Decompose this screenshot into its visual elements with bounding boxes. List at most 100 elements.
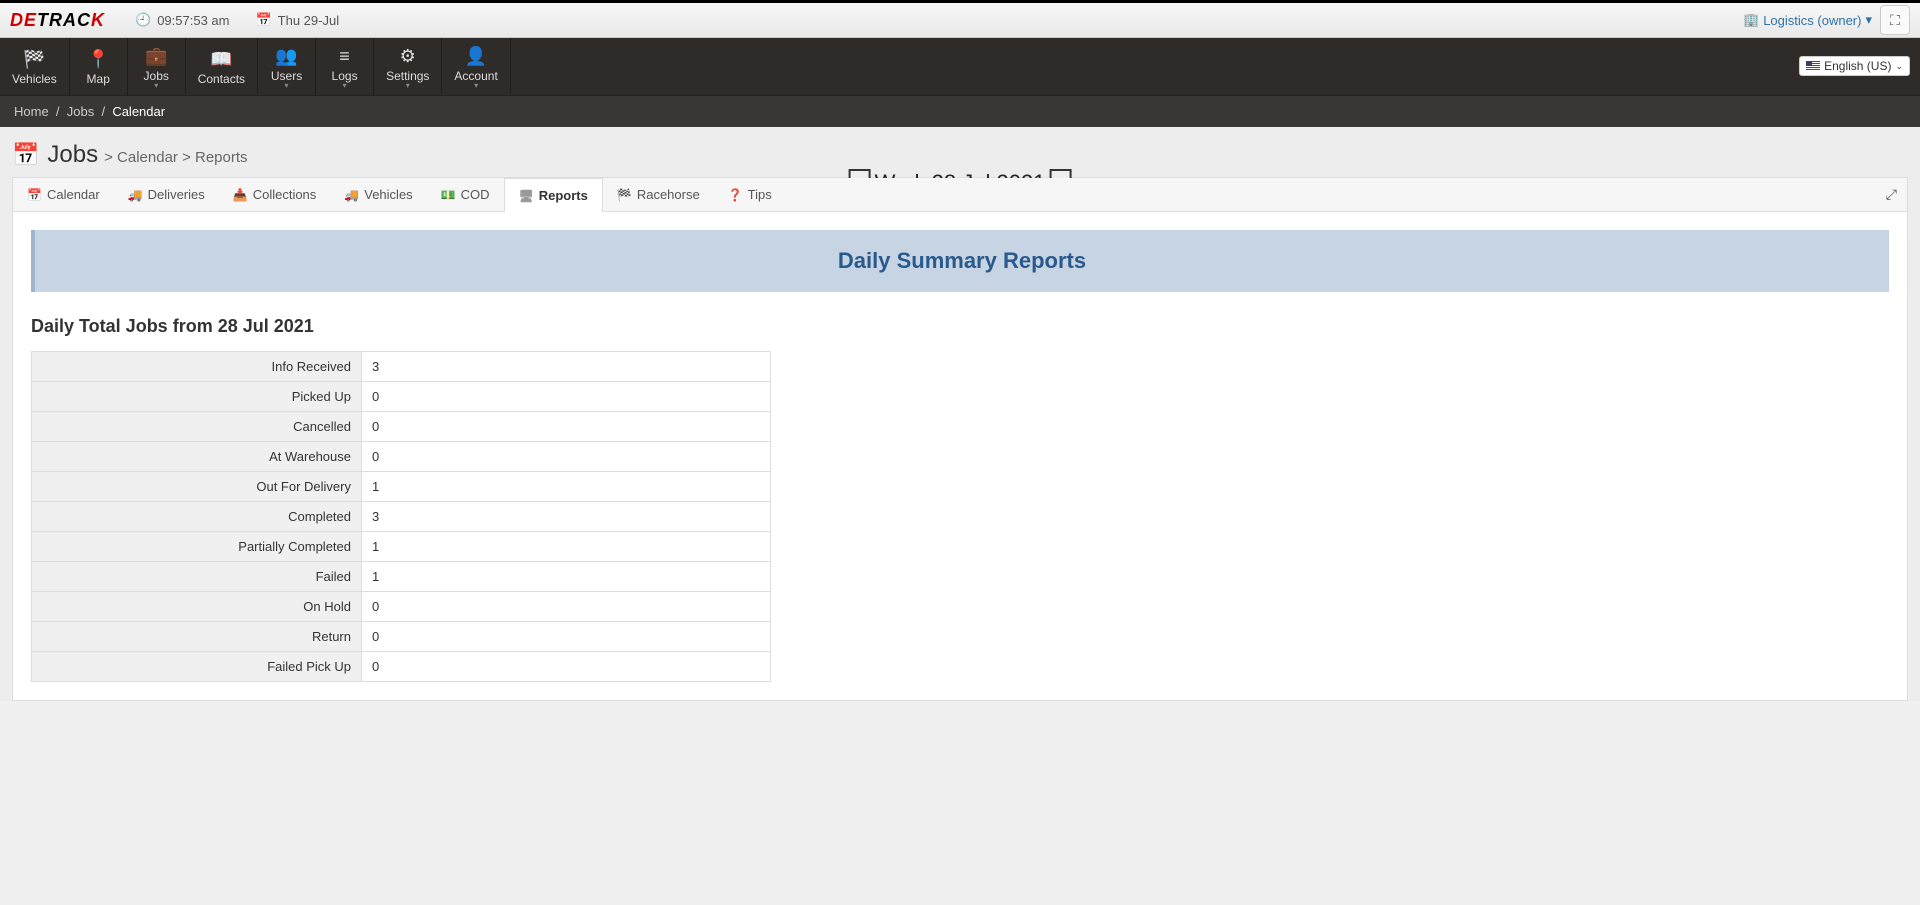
calendar-icon: 📅 bbox=[255, 12, 271, 28]
us-flag-icon bbox=[1806, 61, 1820, 71]
row-value: 3 bbox=[362, 502, 771, 532]
tab-tips[interactable]: ❓ Tips bbox=[714, 178, 786, 211]
truck-icon: 🚚 bbox=[344, 188, 359, 202]
row-value: 1 bbox=[362, 562, 771, 592]
report-banner: Daily Summary Reports bbox=[31, 230, 1889, 292]
tab-bar: 📅 Calendar 🚚 Deliveries 📥 Collections 🚚Vehicle… bbox=[13, 178, 1907, 212]
caret-down-icon: ▾ bbox=[154, 83, 158, 89]
tab-label: Deliveries bbox=[148, 187, 205, 202]
date-label: Thu 29-Jul bbox=[278, 13, 339, 28]
logo: DETRACK bbox=[10, 10, 105, 31]
tab-label: Racehorse bbox=[637, 187, 700, 202]
breadcrumb-jobs[interactable]: Jobs bbox=[67, 104, 94, 119]
briefcase-icon: 💼 bbox=[145, 46, 167, 67]
page-title: 📅 Jobs > Calendar > Reports bbox=[12, 141, 1908, 169]
table-row: Failed Pick Up0 bbox=[32, 652, 771, 682]
user-dropdown[interactable]: 🏢 Logistics (owner) ▾ bbox=[1743, 12, 1872, 28]
row-label: Picked Up bbox=[32, 382, 362, 412]
page-title-main: Jobs bbox=[47, 141, 98, 169]
caret-down-icon: ▾ bbox=[474, 83, 478, 89]
user-label: Logistics (owner) bbox=[1763, 13, 1861, 28]
table-row: Picked Up0 bbox=[32, 382, 771, 412]
book-icon: 📖 bbox=[210, 49, 232, 70]
tab-collections[interactable]: 📥 Collections bbox=[219, 178, 331, 211]
question-icon: ❓ bbox=[728, 188, 743, 202]
building-icon: 🏢 bbox=[1743, 12, 1759, 28]
table-row: At Warehouse0 bbox=[32, 442, 771, 472]
tab-cod[interactable]: 💵 COD bbox=[427, 178, 504, 211]
nav-item-account[interactable]: 👤Account▾ bbox=[442, 38, 510, 95]
row-label: On Hold bbox=[32, 592, 362, 622]
table-row: Failed1 bbox=[32, 562, 771, 592]
row-value: 0 bbox=[362, 412, 771, 442]
nav-item-settings[interactable]: ⚙Settings▾ bbox=[374, 38, 442, 95]
table-row: Info Received3 bbox=[32, 352, 771, 382]
breadcrumb-current: Calendar bbox=[112, 104, 165, 119]
desktop-icon: 🖥 bbox=[519, 189, 534, 203]
tab-reports[interactable]: 🖥 Reports bbox=[504, 178, 603, 212]
money-icon: 💵 bbox=[441, 188, 456, 202]
nav-item-jobs[interactable]: 💼Jobs▾ bbox=[128, 38, 186, 95]
row-value: 0 bbox=[362, 652, 771, 682]
tab-racehorse[interactable]: 🏁 Racehorse bbox=[603, 178, 714, 211]
calendar-icon: 📅 bbox=[27, 188, 42, 202]
language-label: English (US) bbox=[1824, 59, 1891, 73]
table-row: On Hold0 bbox=[32, 592, 771, 622]
caret-down-icon: ▾ bbox=[406, 83, 410, 89]
table-row: Return0 bbox=[32, 622, 771, 652]
row-value: 0 bbox=[362, 592, 771, 622]
row-value: 3 bbox=[362, 352, 771, 382]
caret-down-icon: ▾ bbox=[285, 83, 289, 89]
breadcrumb-home[interactable]: Home bbox=[14, 104, 49, 119]
row-label: Return bbox=[32, 622, 362, 652]
list-icon: ≡ bbox=[339, 46, 350, 67]
row-label: Failed bbox=[32, 562, 362, 592]
row-label: Cancelled bbox=[32, 412, 362, 442]
expand-icon: ⛶ bbox=[1890, 12, 1900, 29]
nav-bar: 🏁Vehicles📍Map💼Jobs▾ 📖 Contacts 👥Users▾≡Logs… bbox=[0, 38, 1920, 95]
report-table: Info Received3Picked Up0Cancelled0At War… bbox=[31, 351, 771, 682]
table-row: Out For Delivery1 bbox=[32, 472, 771, 502]
map-marker-icon: 📍 bbox=[87, 49, 109, 70]
row-label: Completed bbox=[32, 502, 362, 532]
row-value: 1 bbox=[362, 532, 771, 562]
calendar-icon: 📅 bbox=[12, 142, 39, 168]
top-info: 🕘 09:57:53 am 📅 Thu 29-Jul bbox=[135, 12, 339, 28]
nav-item-vehicles[interactable]: 🏁Vehicles bbox=[0, 38, 70, 95]
table-row: Cancelled0 bbox=[32, 412, 771, 442]
table-row: Partially Completed1 bbox=[32, 532, 771, 562]
inbox-icon: 📥 bbox=[233, 188, 248, 202]
user-icon: 👤 bbox=[465, 46, 487, 67]
clock-icon: 🕘 bbox=[135, 12, 151, 28]
breadcrumb: Home / Jobs / Calendar bbox=[0, 95, 1920, 127]
tab-calendar[interactable]: 📅 Calendar bbox=[13, 178, 114, 211]
row-label: At Warehouse bbox=[32, 442, 362, 472]
language-selector[interactable]: English (US) ⌄ bbox=[1799, 56, 1910, 76]
flag-icon: 🏁 bbox=[617, 188, 632, 202]
report-subtitle: Daily Total Jobs from 28 Jul 2021 bbox=[31, 316, 1889, 337]
report-banner-title: Daily Summary Reports bbox=[53, 248, 1871, 274]
nav-item-map[interactable]: 📍Map bbox=[70, 38, 128, 95]
expand-tab-button[interactable]: ⤢ bbox=[1876, 178, 1907, 211]
tachometer-icon: 🏁 bbox=[23, 49, 45, 70]
tab-container: 📅 Calendar 🚚 Deliveries 📥 Collections 🚚Vehicle… bbox=[12, 177, 1908, 701]
expand-arrows-icon: ⤢ bbox=[1886, 186, 1897, 202]
caret-down-icon: ▾ bbox=[1865, 12, 1872, 28]
chevron-down-icon: ⌄ bbox=[1895, 61, 1903, 72]
tab-label: COD bbox=[461, 187, 490, 202]
tab-label: Tips bbox=[748, 187, 772, 202]
tab-label: Reports bbox=[539, 188, 588, 203]
fullscreen-button[interactable]: ⛶ bbox=[1880, 5, 1910, 35]
nav-item-contacts[interactable]: 📖 Contacts bbox=[186, 38, 258, 95]
nav-item-users[interactable]: 👥Users▾ bbox=[258, 38, 316, 95]
tab-vehicles[interactable]: 🚚Vehicles bbox=[330, 178, 426, 211]
row-value: 1 bbox=[362, 472, 771, 502]
nav-item-logs[interactable]: ≡Logs▾ bbox=[316, 38, 374, 95]
row-value: 0 bbox=[362, 382, 771, 412]
nav-item-label: Contacts bbox=[198, 72, 245, 86]
table-row: Completed3 bbox=[32, 502, 771, 532]
truck-icon: 🚚 bbox=[128, 188, 143, 202]
tab-label: Calendar bbox=[47, 187, 100, 202]
tab-deliveries[interactable]: 🚚 Deliveries bbox=[114, 178, 219, 211]
tab-label: Collections bbox=[253, 187, 317, 202]
